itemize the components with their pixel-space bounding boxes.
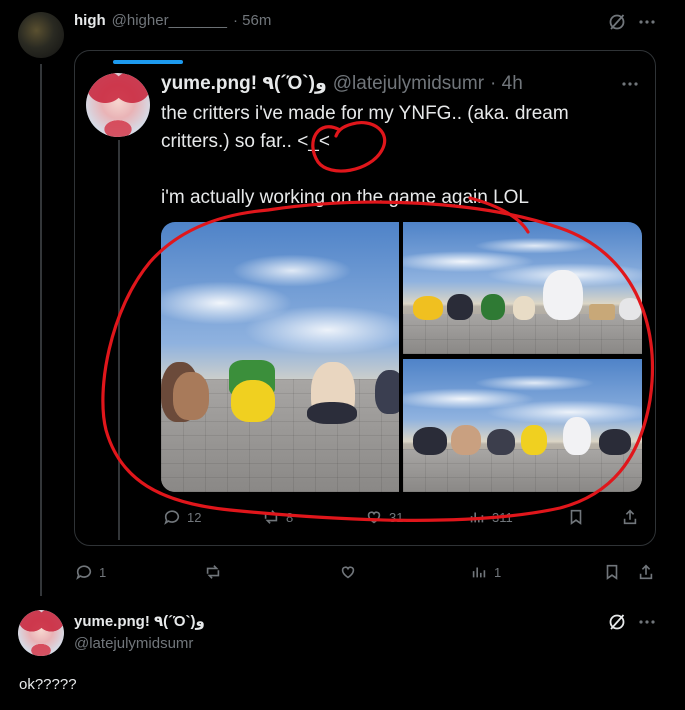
media-image-2[interactable] [403, 222, 642, 354]
post-time[interactable]: · 56m [233, 12, 271, 29]
reply-text: ok????? [19, 676, 77, 693]
author-name[interactable]: high [74, 12, 106, 29]
author-handle[interactable]: @higher_______ [112, 12, 227, 29]
quote-repost-count: 8 [286, 509, 294, 525]
quote-more-icon[interactable] [620, 74, 640, 94]
tab-indicator [113, 60, 183, 64]
quote-like-button[interactable]: 31 [365, 508, 403, 526]
post-header: high @higher_______ · 56m [74, 12, 271, 29]
grok-icon[interactable] [607, 12, 627, 37]
media-image-3[interactable] [403, 359, 642, 492]
share-button[interactable] [637, 563, 655, 581]
reply-grok-icon[interactable] [607, 612, 627, 637]
quote-views-button[interactable]: 311 [468, 508, 513, 526]
media-image-1[interactable] [161, 222, 399, 492]
avatar[interactable] [18, 12, 64, 58]
quote-author-handle[interactable]: @latejulymidsumr [333, 73, 484, 95]
quote-views-count: 311 [492, 509, 513, 525]
reply-author-name[interactable]: yume.png! ٩(´Ό`)و [74, 612, 205, 630]
quote-like-count: 31 [389, 509, 404, 525]
quote-text-line-1: the critters i've made for my YNFG.. (ak… [161, 103, 569, 124]
reply-more-options-icon[interactable] [637, 612, 657, 632]
quote-author-name[interactable]: yume.png! ٩(´Ό`)و [161, 72, 327, 95]
quote-text-line-2: critters.) so far.. <_< [161, 131, 330, 152]
views-button[interactable]: 1 [470, 563, 501, 581]
reply-count: 1 [99, 564, 107, 580]
quote-reply-count: 12 [187, 509, 202, 525]
bookmark-button[interactable] [603, 563, 621, 581]
quote-time[interactable]: · 4h [490, 73, 523, 95]
quote-header: yume.png! ٩(´Ό`)و @latejulymidsumr · 4h [161, 72, 523, 95]
like-button[interactable] [339, 563, 363, 581]
more-options-icon[interactable] [637, 12, 657, 32]
quote-reply-button[interactable]: 12 [163, 508, 201, 526]
reply-button[interactable]: 1 [75, 563, 106, 581]
repost-button[interactable] [204, 563, 228, 581]
reply-avatar[interactable] [18, 610, 64, 656]
quote-avatar[interactable] [86, 73, 150, 137]
reply-author-handle[interactable]: @latejulymidsumr [74, 635, 193, 652]
thread-line [40, 64, 42, 596]
quote-share-button[interactable] [621, 508, 639, 526]
quote-repost-button[interactable]: 8 [262, 508, 293, 526]
quote-bookmark-button[interactable] [567, 508, 585, 526]
quote-thread-line [118, 140, 120, 540]
quote-text-line-3: i'm actually working on the game again L… [161, 187, 529, 208]
views-count: 1 [494, 564, 502, 580]
